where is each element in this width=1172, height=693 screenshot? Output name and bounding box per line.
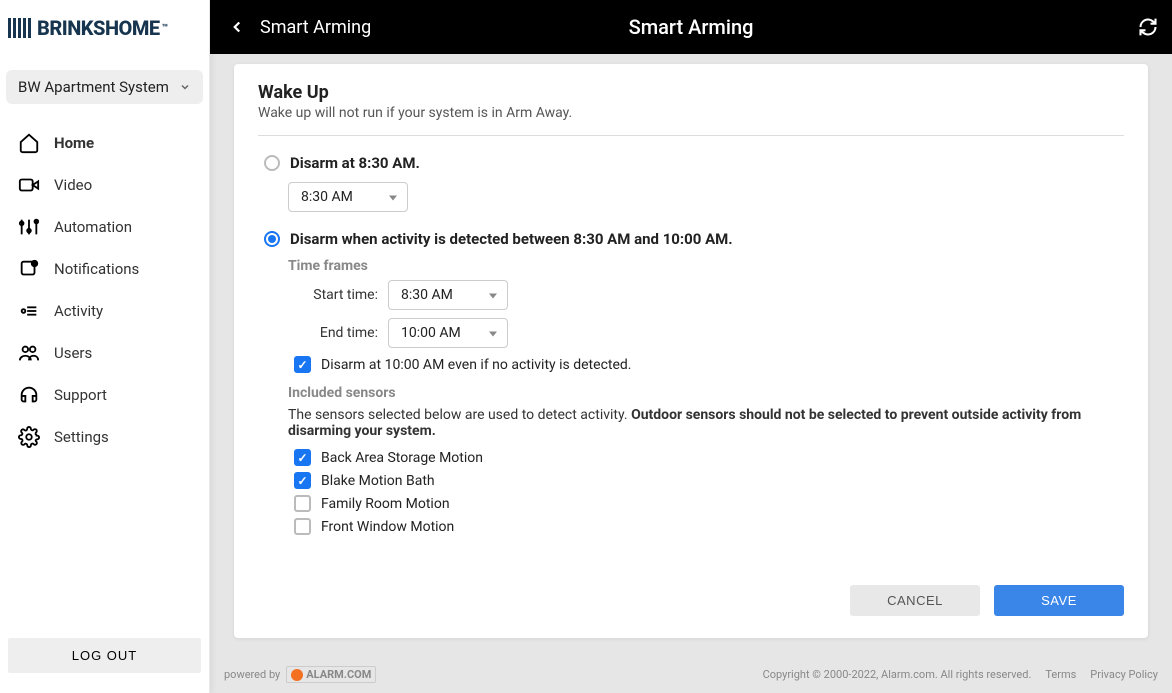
brand-logo: BRINKSHOME™ <box>0 6 209 70</box>
sensor-label: Back Area Storage Motion <box>321 450 483 466</box>
sidebar-item-label: Home <box>54 134 94 152</box>
sidebar-item-label: Notifications <box>54 260 139 278</box>
powered-by: powered by ALARM.COM <box>224 666 376 683</box>
powered-by-label: powered by <box>224 668 280 681</box>
gear-icon <box>18 426 40 448</box>
back-button[interactable] <box>224 14 250 40</box>
sliders-icon <box>18 216 40 238</box>
headset-icon <box>18 384 40 406</box>
sensor-checkbox-row[interactable]: ✓ Back Area Storage Motion <box>294 449 1124 466</box>
sensor-checkbox-row[interactable]: ✓ Blake Motion Bath <box>294 472 1124 489</box>
footer: powered by ALARM.COM Copyright © 2000-20… <box>210 660 1172 693</box>
button-row: CANCEL SAVE <box>258 585 1124 616</box>
sidebar-item-label: Video <box>54 176 92 194</box>
start-time-label: Start time: <box>288 287 378 303</box>
sensor-label: Blake Motion Bath <box>321 473 435 489</box>
sensors-help-text: The sensors selected below are used to d… <box>288 407 1124 439</box>
select-value: 8:30 AM <box>401 287 453 303</box>
cancel-button[interactable]: CANCEL <box>850 585 980 616</box>
wakeup-heading: Wake Up <box>258 82 1124 103</box>
wakeup-card: Wake Up Wake up will not run if your sys… <box>234 64 1148 638</box>
terms-link[interactable]: Terms <box>1045 668 1076 681</box>
included-sensors-heading: Included sensors <box>288 385 1124 401</box>
sidebar-item-activity[interactable]: Activity <box>0 290 209 332</box>
end-time-label: End time: <box>288 325 378 341</box>
start-time-row: Start time: 8:30 AM <box>288 280 1124 310</box>
sidebar-nav: Home Video Automation Notifications <box>0 118 209 458</box>
chevron-down-icon <box>179 81 191 93</box>
divider <box>258 135 1124 136</box>
checkbox-checked-icon: ✓ <box>294 449 311 466</box>
page-title: Smart Arming <box>629 15 754 39</box>
checkbox-unchecked-icon <box>294 518 311 535</box>
sidebar-item-support[interactable]: Support <box>0 374 209 416</box>
topbar: Smart Arming Smart Arming <box>210 0 1172 54</box>
radio-selected-icon <box>264 231 280 247</box>
start-time-select[interactable]: 8:30 AM <box>388 280 508 310</box>
checkbox-unchecked-icon <box>294 495 311 512</box>
sidebar-item-settings[interactable]: Settings <box>0 416 209 458</box>
disarm-fixed-label: Disarm at 8:30 AM. <box>290 154 420 172</box>
sidebar: BRINKSHOME™ BW Apartment System Home Vid… <box>0 0 210 693</box>
sidebar-item-automation[interactable]: Automation <box>0 206 209 248</box>
main-area: Smart Arming Smart Arming Wake Up Wake u… <box>210 0 1172 693</box>
refresh-button[interactable] <box>1138 17 1158 37</box>
privacy-link[interactable]: Privacy Policy <box>1090 668 1158 681</box>
disarm-activity-option[interactable]: Disarm when activity is detected between… <box>264 230 1124 248</box>
notification-icon <box>18 258 40 280</box>
sidebar-item-label: Settings <box>54 428 109 446</box>
sensor-label: Front Window Motion <box>321 519 454 535</box>
sidebar-item-video[interactable]: Video <box>0 164 209 206</box>
sidebar-item-label: Automation <box>54 218 132 236</box>
fallback-disarm-label: Disarm at 10:00 AM even if no activity i… <box>321 357 631 373</box>
logout-button[interactable]: LOG OUT <box>8 638 201 673</box>
alarmcom-logo: ALARM.COM <box>286 666 376 683</box>
swoosh-icon <box>291 669 303 681</box>
save-button[interactable]: SAVE <box>994 585 1124 616</box>
select-value: 8:30 AM <box>301 189 353 205</box>
fallback-disarm-checkbox-row[interactable]: ✓ Disarm at 10:00 AM even if no activity… <box>294 356 1124 373</box>
breadcrumb[interactable]: Smart Arming <box>260 17 371 38</box>
sidebar-item-label: Support <box>54 386 107 404</box>
content-area: Wake Up Wake up will not run if your sys… <box>210 54 1172 660</box>
end-time-row: End time: 10:00 AM <box>288 318 1124 348</box>
sensor-checkbox-row[interactable]: Family Room Motion <box>294 495 1124 512</box>
timeframes-label: Time frames <box>288 258 1124 274</box>
disarm-activity-label: Disarm when activity is detected between… <box>290 230 733 248</box>
sidebar-item-notifications[interactable]: Notifications <box>0 248 209 290</box>
sidebar-item-home[interactable]: Home <box>0 122 209 164</box>
brand-name: BRINKSHOME <box>37 16 160 40</box>
checkbox-checked-icon: ✓ <box>294 356 311 373</box>
disarm-fixed-option[interactable]: Disarm at 8:30 AM. <box>264 154 1124 172</box>
sidebar-item-label: Activity <box>54 302 103 320</box>
disarm-fixed-time-select[interactable]: 8:30 AM <box>288 182 408 212</box>
end-time-select[interactable]: 10:00 AM <box>388 318 508 348</box>
system-selector[interactable]: BW Apartment System <box>6 70 203 104</box>
video-icon <box>18 174 40 196</box>
wakeup-subhead: Wake up will not run if your system is i… <box>258 105 1124 121</box>
system-selector-label: BW Apartment System <box>18 78 169 96</box>
users-icon <box>18 342 40 364</box>
sensor-checkbox-row[interactable]: Front Window Motion <box>294 518 1124 535</box>
select-value: 10:00 AM <box>401 325 461 341</box>
radio-unselected-icon <box>264 155 280 171</box>
sensors-help-plain: The sensors selected below are used to d… <box>288 407 631 423</box>
sidebar-item-label: Users <box>54 344 92 362</box>
sidebar-item-users[interactable]: Users <box>0 332 209 374</box>
activity-icon <box>18 300 40 322</box>
alarmcom-brand: ALARM.COM <box>306 668 371 681</box>
copyright-text: Copyright © 2000-2022, Alarm.com. All ri… <box>763 668 1032 681</box>
sensor-label: Family Room Motion <box>321 496 450 512</box>
checkbox-checked-icon: ✓ <box>294 472 311 489</box>
home-icon <box>18 132 40 154</box>
